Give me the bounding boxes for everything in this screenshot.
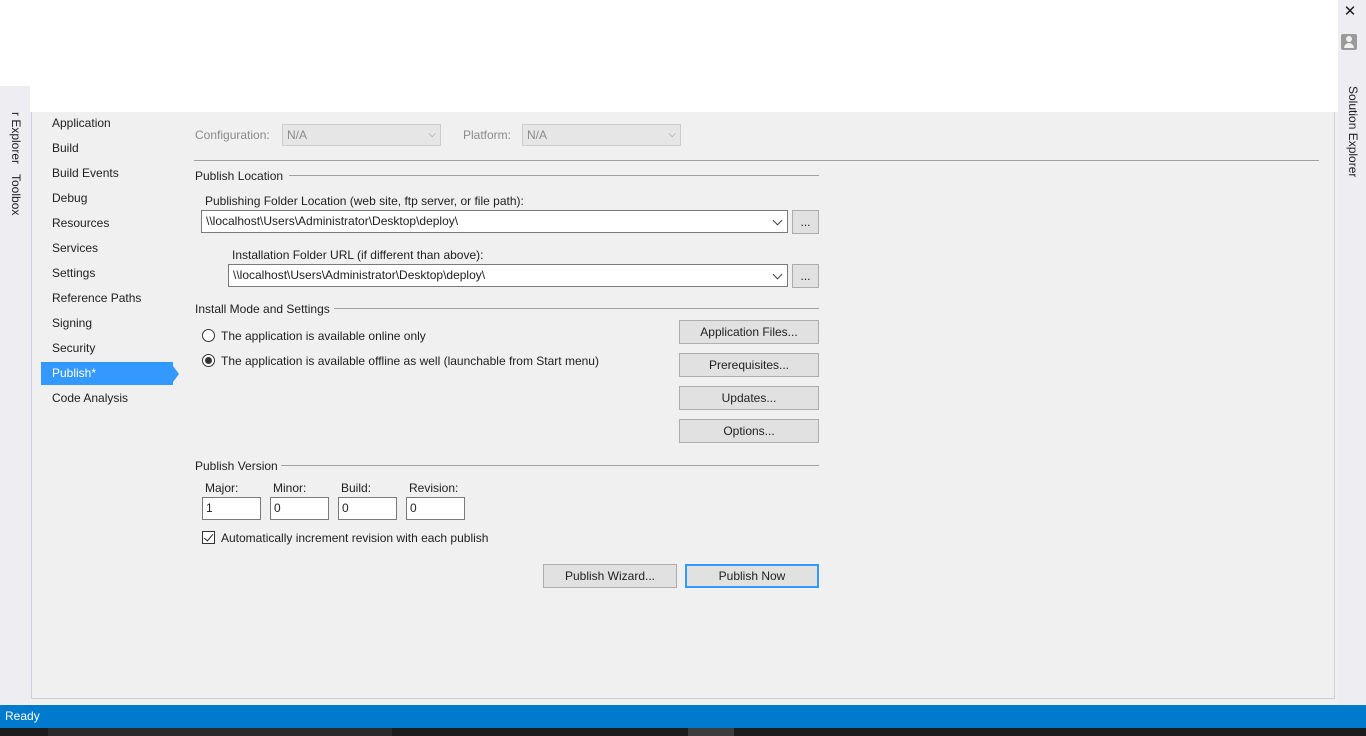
explorer-tab[interactable]: r Explorer xyxy=(8,112,24,164)
major-label: Major: xyxy=(205,481,239,495)
publish-version-title: Publish Version xyxy=(195,459,278,473)
active-nav-arrow xyxy=(173,366,179,382)
application-files-button[interactable]: Application Files... xyxy=(679,320,819,344)
chevron-down-icon[interactable] xyxy=(773,266,783,284)
chevron-down-icon: ⌵ xyxy=(428,129,436,140)
taskbar-search[interactable] xyxy=(48,728,392,736)
revision-label: Revision: xyxy=(409,481,459,495)
nav-item-debug[interactable]: Debug xyxy=(41,187,173,210)
installation-folder-input[interactable]: \\localhost\Users\Administrator\Desktop\… xyxy=(228,264,788,287)
nav-item-security[interactable]: Security xyxy=(41,337,173,360)
browse-install-button[interactable]: ... xyxy=(792,264,819,288)
nav-item-build[interactable]: Build xyxy=(41,137,173,160)
installation-folder-value: \\localhost\Users\Administrator\Desktop\… xyxy=(233,268,486,282)
taskbar-app-button[interactable] xyxy=(688,728,734,736)
nav-item-signing[interactable]: Signing xyxy=(41,312,173,335)
nav-item-settings[interactable]: Settings xyxy=(41,262,173,285)
build-input[interactable]: 0 xyxy=(338,497,397,520)
online-only-radio[interactable] xyxy=(202,329,215,342)
revision-input[interactable]: 0 xyxy=(406,497,465,520)
user-icon[interactable] xyxy=(1341,34,1357,50)
chevron-down-icon: ⌵ xyxy=(668,129,676,140)
install-mode-title: Install Mode and Settings xyxy=(195,302,330,316)
publishing-folder-label: Publishing Folder Location (web site, ft… xyxy=(205,194,524,208)
divider xyxy=(334,308,819,309)
divider xyxy=(281,465,819,466)
platform-value: N/A xyxy=(527,128,548,142)
configuration-select[interactable]: N/A ⌵ xyxy=(282,124,441,146)
nav-item-publish[interactable]: Publish* xyxy=(41,362,173,385)
publish-now-button[interactable]: Publish Now xyxy=(685,564,819,588)
toolbox-tab[interactable]: Toolbox xyxy=(8,174,24,224)
nav-item-resources[interactable]: Resources xyxy=(41,212,173,235)
major-input[interactable]: 1 xyxy=(202,497,261,520)
minor-label: Minor: xyxy=(273,481,307,495)
nav-item-services[interactable]: Services xyxy=(41,237,173,260)
platform-label: Platform: xyxy=(463,128,512,142)
auto-increment-checkbox[interactable] xyxy=(202,531,215,544)
configuration-value: N/A xyxy=(287,128,308,142)
prerequisites-button[interactable]: Prerequisites... xyxy=(679,353,819,377)
status-bar: Ready xyxy=(0,705,1366,728)
offline-label[interactable]: The application is available offline as … xyxy=(221,353,599,369)
nav-item-application[interactable]: Application xyxy=(41,112,173,135)
publishing-folder-value: \\localhost\Users\Administrator\Desktop\… xyxy=(206,214,459,228)
online-only-label[interactable]: The application is available online only xyxy=(221,328,426,344)
nav-item-build-events[interactable]: Build Events xyxy=(41,162,173,185)
updates-button[interactable]: Updates... xyxy=(679,386,819,410)
divider xyxy=(194,160,1319,161)
solution-explorer-tab[interactable]: Solution Explorer xyxy=(1341,86,1361,178)
auto-increment-label[interactable]: Automatically increment revision with ea… xyxy=(221,530,488,546)
publish-wizard-button[interactable]: Publish Wizard... xyxy=(543,564,677,588)
browse-folder-button[interactable]: ... xyxy=(792,210,819,234)
installation-folder-label: Installation Folder URL (if different th… xyxy=(232,248,484,262)
publish-location-title: Publish Location xyxy=(195,169,284,183)
nav-item-code-analysis[interactable]: Code Analysis xyxy=(41,387,173,410)
publishing-folder-input[interactable]: \\localhost\Users\Administrator\Desktop\… xyxy=(201,210,788,233)
divider xyxy=(289,175,819,176)
top-blank-area xyxy=(0,0,1338,112)
configuration-label: Configuration: xyxy=(195,128,270,142)
options-button[interactable]: Options... xyxy=(679,419,819,443)
nav-item-reference-paths[interactable]: Reference Paths xyxy=(41,287,173,310)
chevron-down-icon[interactable] xyxy=(773,212,783,230)
build-label: Build: xyxy=(341,481,372,495)
close-icon[interactable]: ✕ xyxy=(1342,4,1358,20)
status-text: Ready xyxy=(5,709,40,723)
offline-radio[interactable] xyxy=(202,354,215,367)
minor-input[interactable]: 0 xyxy=(270,497,329,520)
platform-select[interactable]: N/A ⌵ xyxy=(522,124,681,146)
